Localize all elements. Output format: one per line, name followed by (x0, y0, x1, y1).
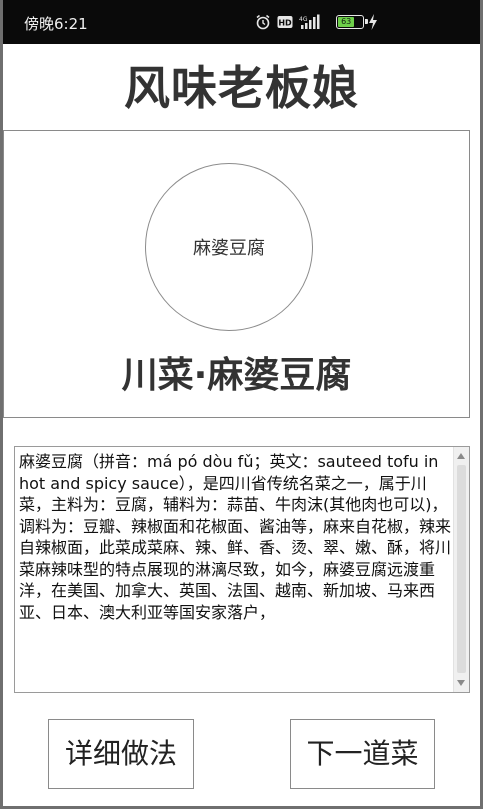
scroll-up-arrow-icon[interactable] (457, 453, 465, 459)
dish-name: 川菜·麻婆豆腐 (121, 355, 352, 396)
scroll-thumb[interactable] (457, 465, 466, 673)
svg-text:4G: 4G (299, 16, 308, 23)
battery-icon: 63 (336, 15, 368, 29)
description-text: 麻婆豆腐（拼音：má pó dòu fǔ；英文：sauteed tofu in … (19, 452, 452, 622)
description-textarea[interactable]: 麻婆豆腐（拼音：má pó dòu fǔ；英文：sauteed tofu in … (14, 446, 470, 693)
hd-icon: HD (277, 15, 293, 29)
charging-icon (368, 14, 378, 34)
description-scrollbar[interactable] (453, 447, 469, 692)
alarm-icon (255, 14, 271, 30)
status-time: 傍晚6:21 (24, 15, 88, 33)
status-bar: 傍晚6:21 HD 4G 63 (3, 0, 480, 44)
next-dish-button[interactable]: 下一道菜 (290, 719, 435, 789)
dish-image-circle[interactable]: 麻婆豆腐 (145, 163, 313, 331)
detail-recipe-button[interactable]: 详细做法 (48, 719, 194, 789)
battery-level: 63 (338, 17, 355, 27)
dish-panel: 麻婆豆腐 川菜·麻婆豆腐 (3, 130, 470, 418)
app-screen: 傍晚6:21 HD 4G 63 风味老板娘 麻婆豆腐 川菜·麻婆豆腐 麻婆豆腐（… (0, 0, 483, 809)
app-title: 风味老板娘 (124, 61, 359, 115)
scroll-down-arrow-icon[interactable] (457, 680, 465, 686)
dish-image-label: 麻婆豆腐 (193, 238, 265, 259)
status-icons: HD 4G (255, 14, 321, 30)
signal-icon: 4G (299, 14, 321, 30)
svg-text:HD: HD (278, 19, 292, 28)
